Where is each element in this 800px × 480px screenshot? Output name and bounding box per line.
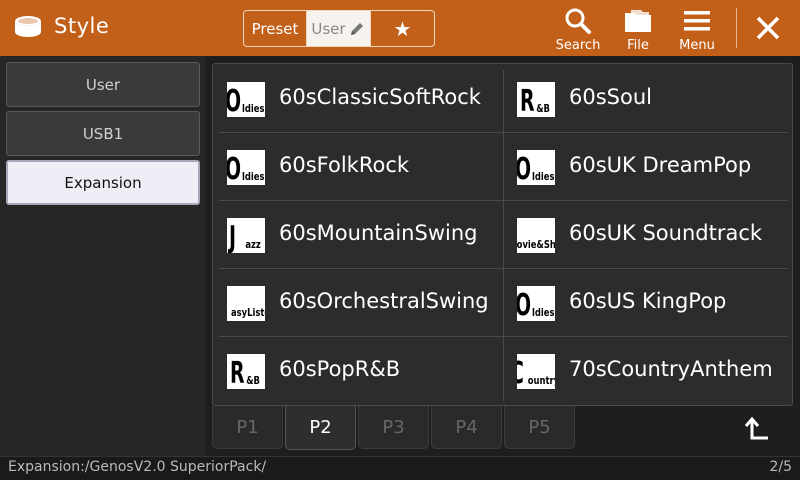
style-name: 60sSoul: [569, 85, 652, 109]
style-name: 60sUS KingPop: [569, 289, 727, 313]
oldies-icon: Oldies: [517, 150, 555, 185]
category-initial: O: [517, 155, 531, 185]
style-list: Oldies 60sClassicSoftRock R&B 60sSoul Oldies…: [212, 63, 793, 406]
pencil-icon: [350, 22, 363, 35]
category-initial: C: [517, 359, 524, 389]
style-item[interactable]: Country 70sCountryAnthem: [507, 337, 791, 404]
user-tab[interactable]: User: [307, 11, 371, 46]
category-suffix: asyListen: [230, 306, 265, 319]
style-item[interactable]: R &B 60sPopR&B: [217, 337, 501, 404]
category-suffix: &B: [246, 374, 261, 387]
page-tabs: P1 P2 P3 P4 P5: [211, 406, 791, 450]
style-item[interactable]: Jazz 60sMountainSwing: [217, 201, 501, 268]
page-tab-p2[interactable]: P2: [285, 406, 356, 450]
search-icon: [565, 8, 591, 34]
style-name: 60sOrchestralSwing: [279, 289, 489, 313]
search-button[interactable]: Search: [548, 6, 608, 54]
page-tab-p1[interactable]: P1: [212, 406, 283, 449]
category-suffix: ovie&Show: [517, 238, 555, 251]
menu-label: Menu: [679, 38, 715, 53]
category-initial: J: [229, 220, 237, 253]
jazz-icon: Jazz: [227, 218, 265, 253]
category-initial: O: [227, 155, 241, 185]
style-name: 60sPopR&B: [279, 357, 401, 381]
file-label: File: [627, 38, 649, 53]
style-name: 60sClassicSoftRock: [279, 85, 481, 109]
preset-tab-label: Preset: [251, 19, 299, 38]
source-sidebar: User USB1 Expansion: [0, 56, 206, 456]
style-item[interactable]: Oldies 60sFolkRock: [217, 133, 501, 200]
file-button[interactable]: File: [608, 6, 668, 54]
source-segment: Preset User ★: [243, 10, 435, 47]
sidebar-item-expansion[interactable]: Expansion: [6, 160, 200, 205]
oldies-icon: Oldies: [227, 150, 265, 185]
star-icon: ★: [393, 16, 412, 41]
close-icon[interactable]: [752, 12, 784, 44]
search-label: Search: [555, 38, 601, 53]
sidebar-item-user[interactable]: User: [6, 62, 200, 107]
category-suffix: azz: [245, 238, 262, 251]
page-indicator: 2/5: [769, 459, 792, 475]
rnb-icon: R &B: [227, 354, 265, 389]
category-initial: O: [227, 87, 241, 117]
header-divider: [736, 8, 737, 48]
style-item[interactable]: Movie&Show 60sUK Soundtrack: [507, 201, 791, 268]
style-item[interactable]: EasyListen 60sOrchestralSwing: [217, 269, 501, 336]
page-tab-p5[interactable]: P5: [504, 406, 575, 449]
style-item[interactable]: R &B 60sSoul: [507, 65, 791, 132]
category-suffix: ldies: [532, 306, 555, 319]
category-initial: R: [520, 84, 535, 117]
sidebar-item-label: USB1: [82, 124, 124, 143]
favorite-tab[interactable]: ★: [371, 11, 434, 46]
page-tab-p3[interactable]: P3: [358, 406, 429, 449]
style-item[interactable]: Oldies 60sUS KingPop: [507, 269, 791, 336]
category-suffix: ldies: [242, 102, 265, 115]
easy-listen-icon: EasyListen: [227, 286, 265, 321]
hamburger-icon: [684, 11, 710, 31]
page-title: Style: [54, 14, 110, 38]
menu-button[interactable]: Menu: [667, 6, 727, 54]
sidebar-item-label: User: [85, 75, 121, 94]
rnb-icon: R &B: [517, 82, 555, 117]
country-icon: Country: [517, 354, 555, 389]
header-bar: Style Preset User ★ Search File Menu: [0, 0, 800, 56]
style-name: 60sUK Soundtrack: [569, 221, 763, 245]
category-suffix: ldies: [532, 170, 555, 183]
style-drum-icon: [15, 16, 41, 37]
oldies-icon: Oldies: [517, 286, 555, 321]
style-item[interactable]: Oldies 60sClassicSoftRock: [217, 65, 501, 132]
sidebar-item-label: Expansion: [64, 173, 142, 192]
category-suffix: ldies: [242, 170, 265, 183]
current-path: Expansion:/GenosV2.0 SuperiorPack/: [8, 459, 267, 475]
style-name: 60sUK DreamPop: [569, 153, 752, 177]
page-tab-p4[interactable]: P4: [431, 406, 502, 449]
style-item[interactable]: Oldies 60sUK DreamPop: [507, 133, 791, 200]
style-name: 70sCountryAnthem: [569, 357, 773, 381]
sidebar-item-usb1[interactable]: USB1: [6, 111, 200, 156]
column-divider: [503, 70, 504, 401]
category-suffix: &B: [536, 102, 551, 115]
folder-icon: [625, 10, 651, 32]
user-tab-label: User: [311, 19, 346, 38]
status-bar: Expansion:/GenosV2.0 SuperiorPack/ 2/5: [0, 456, 800, 480]
category-initial: R: [230, 356, 245, 389]
preset-tab[interactable]: Preset: [244, 11, 307, 46]
style-name: 60sFolkRock: [279, 153, 410, 177]
oldies-icon: Oldies: [227, 82, 265, 117]
movie-show-icon: Movie&Show: [517, 218, 555, 253]
style-name: 60sMountainSwing: [279, 221, 478, 245]
up-folder-icon[interactable]: [740, 414, 772, 446]
category-suffix: ountry: [527, 374, 555, 387]
category-initial: O: [517, 291, 531, 321]
